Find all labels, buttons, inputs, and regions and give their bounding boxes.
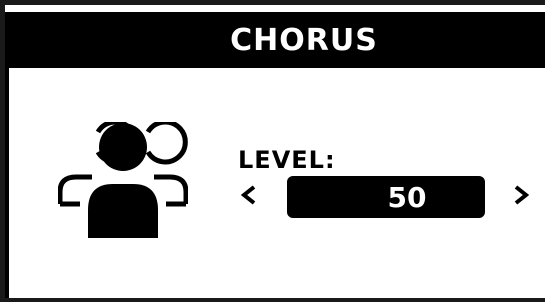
level-value-selector[interactable]: 50 xyxy=(287,176,485,218)
chevron-right-icon[interactable] xyxy=(512,184,530,206)
frame-gap xyxy=(5,5,545,12)
people-group-icon xyxy=(58,122,188,238)
header-bar: CHORUS xyxy=(5,12,545,68)
level-value: 50 xyxy=(387,180,427,214)
chevron-left-icon[interactable] xyxy=(240,184,258,206)
level-label: LEVEL: xyxy=(238,146,336,174)
left-border xyxy=(5,68,9,298)
page-title: CHORUS xyxy=(230,22,378,58)
